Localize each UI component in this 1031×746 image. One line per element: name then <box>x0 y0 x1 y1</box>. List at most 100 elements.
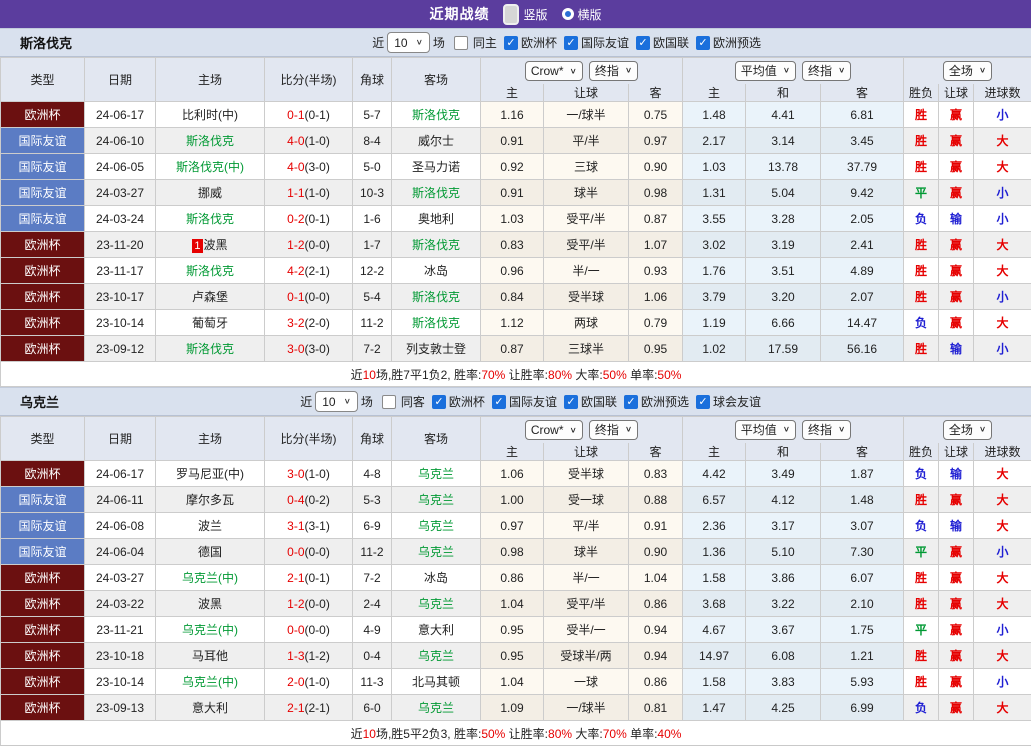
result-handicap: 赢 <box>938 564 975 591</box>
home-team[interactable]: 摩尔多瓦 <box>155 486 265 513</box>
result-goals: 小 <box>973 179 1031 206</box>
odds-handicap: 半/一 <box>543 564 629 591</box>
match-row: 国际友谊 24-03-27 挪威 1-1(1-0) 10-3 斯洛伐克 0.91 球半 0.98… <box>0 179 1031 206</box>
home-team[interactable]: 葡萄牙 <box>155 309 265 336</box>
home-team[interactable]: 波黑 <box>155 590 265 617</box>
home-team[interactable]: 德国 <box>155 538 265 565</box>
away-team[interactable]: 威尔士 <box>391 127 481 154</box>
column-header: 日期 <box>84 57 156 102</box>
chevron-down-icon: ∨ <box>838 425 846 435</box>
full-game-dropdown[interactable]: 全场 ∨ <box>942 60 993 81</box>
home-team[interactable]: 意大利 <box>155 694 265 721</box>
corners: 7-2 <box>352 564 392 591</box>
chevron-down-icon: ∨ <box>978 425 987 435</box>
away-team[interactable]: 意大利 <box>391 616 481 643</box>
match-type-badge: 欧洲杯 <box>0 257 85 284</box>
home-team[interactable]: 斯洛伐克 <box>155 205 265 232</box>
final-odds-dropdown[interactable]: 终指 ∨ <box>802 60 852 81</box>
result-winloss: 胜 <box>903 153 940 180</box>
away-team[interactable]: 斯洛伐克 <box>391 179 481 206</box>
home-team[interactable]: 乌克兰(中) <box>155 616 265 643</box>
layout-radio-vertical[interactable]: 竖版 <box>503 3 548 25</box>
same-venue-checkbox[interactable] <box>381 394 396 409</box>
radio-selected-icon <box>503 3 520 25</box>
away-team[interactable]: 斯洛伐克 <box>391 283 481 310</box>
same-venue-checkbox[interactable] <box>453 35 468 50</box>
match-date: 24-03-27 <box>84 179 156 206</box>
away-team[interactable]: 乌克兰 <box>391 460 481 487</box>
full-game-dropdown[interactable]: 全场 ∨ <box>942 419 993 440</box>
league-checkbox-0[interactable]: ✓ <box>431 394 446 409</box>
away-team[interactable]: 冰岛 <box>391 564 481 591</box>
odds-handicap: 受半/一 <box>543 616 629 643</box>
home-team[interactable]: 斯洛伐克 <box>155 335 265 362</box>
home-team[interactable]: 波兰 <box>155 512 265 539</box>
home-team[interactable]: 1 波黑 <box>155 231 265 258</box>
league-checkbox-3[interactable]: ✓ <box>623 394 638 409</box>
avg-draw: 3.20 <box>745 283 822 310</box>
away-team[interactable]: 斯洛伐克 <box>391 231 481 258</box>
match-date: 24-06-17 <box>84 101 156 128</box>
average-dropdown[interactable]: 平均值 ∨ <box>734 60 797 81</box>
odds-handicap: 平/半 <box>543 127 629 154</box>
league-checkbox-1[interactable]: ✓ <box>491 394 506 409</box>
away-team[interactable]: 斯洛伐克 <box>391 101 481 128</box>
away-team[interactable]: 乌克兰 <box>391 590 481 617</box>
league-checkbox-0[interactable]: ✓ <box>503 35 518 50</box>
match-row: 国际友谊 24-06-04 德国 0-0(0-0) 11-2 乌克兰 0.98 球半 0.90 1… <box>0 538 1031 565</box>
final-odds-dropdown[interactable]: 终指 ∨ <box>802 419 852 440</box>
home-team[interactable]: 乌克兰(中) <box>155 668 265 695</box>
column-header: 主 <box>480 83 544 102</box>
column-header: 日期 <box>84 416 156 461</box>
league-checkbox-3[interactable]: ✓ <box>695 35 710 50</box>
avg-draw: 3.22 <box>745 590 822 617</box>
layout-radio-horizontal[interactable]: 横版 <box>561 6 602 23</box>
home-team[interactable]: 斯洛伐克 <box>155 127 265 154</box>
away-team[interactable]: 乌克兰 <box>391 694 481 721</box>
home-team[interactable]: 乌克兰(中) <box>155 564 265 591</box>
result-handicap: 赢 <box>938 257 975 284</box>
corners: 6-9 <box>352 512 392 539</box>
home-team[interactable]: 挪威 <box>155 179 265 206</box>
away-team[interactable]: 乌克兰 <box>391 642 481 669</box>
away-team[interactable]: 斯洛伐克 <box>391 309 481 336</box>
section-filter-bar: 乌克兰 近 10 ∨ 场 同客 ✓ 欧洲杯 ✓ 国际友谊 ✓ 欧国联 ✓ 欧洲预选 ✓ 球会友谊 <box>0 387 1031 416</box>
home-team[interactable]: 斯洛伐克(中) <box>155 153 265 180</box>
odds-source-dropdown[interactable]: Crow* ∨ <box>524 61 583 81</box>
odds-handicap: 一/球半 <box>543 694 629 721</box>
away-team[interactable]: 奥地利 <box>391 205 481 232</box>
table-header-dropdown-row: 类型 日期 主场 比分(半场) 角球 客场 Crow* ∨ 终指 ∨ 平均值 ∨ 终指 ∨ 全场 ∨ <box>0 416 1031 461</box>
average-dropdown[interactable]: 平均值 ∨ <box>734 419 797 440</box>
away-team[interactable]: 北马其顿 <box>391 668 481 695</box>
odds-source-dropdown[interactable]: Crow* ∨ <box>524 420 583 440</box>
league-checkbox-2[interactable]: ✓ <box>563 394 578 409</box>
league-checkbox-1-label: 国际友谊 <box>508 395 557 409</box>
corners: 4-8 <box>352 460 392 487</box>
league-checkbox-1[interactable]: ✓ <box>563 35 578 50</box>
away-team[interactable]: 圣马力诺 <box>391 153 481 180</box>
match-count-select[interactable]: 10 ∨ <box>315 391 358 412</box>
away-team[interactable]: 乌克兰 <box>391 486 481 513</box>
away-team[interactable]: 冰岛 <box>391 257 481 284</box>
score: 0-1(0-0) <box>264 283 353 310</box>
match-count-select[interactable]: 10 ∨ <box>387 32 430 53</box>
league-checkbox-4[interactable]: ✓ <box>695 394 710 409</box>
away-team[interactable]: 乌克兰 <box>391 512 481 539</box>
league-checkbox-2[interactable]: ✓ <box>635 35 650 50</box>
filter-controls: 近 10 ∨ 场 同主 ✓ 欧洲杯 ✓ 国际友谊 ✓ 欧国联 ✓ 欧洲预选 <box>372 32 761 53</box>
away-team[interactable]: 乌克兰 <box>391 538 481 565</box>
home-team[interactable]: 卢森堡 <box>155 283 265 310</box>
match-date: 23-10-18 <box>84 642 156 669</box>
near-label: 近 <box>372 36 385 50</box>
home-team[interactable]: 比利时(中) <box>155 101 265 128</box>
odds-away: 0.88 <box>627 486 684 513</box>
final-odds-dropdown[interactable]: 终指 ∨ <box>588 419 639 440</box>
home-team[interactable]: 斯洛伐克 <box>155 257 265 284</box>
away-team[interactable]: 列支敦士登 <box>391 335 481 362</box>
result-handicap: 赢 <box>938 309 975 336</box>
avg-home: 1.02 <box>682 335 747 362</box>
odds-handicap: 球半 <box>543 538 629 565</box>
home-team[interactable]: 罗马尼亚(中) <box>155 460 265 487</box>
final-odds-dropdown[interactable]: 终指 ∨ <box>588 60 639 81</box>
home-team[interactable]: 马耳他 <box>155 642 265 669</box>
